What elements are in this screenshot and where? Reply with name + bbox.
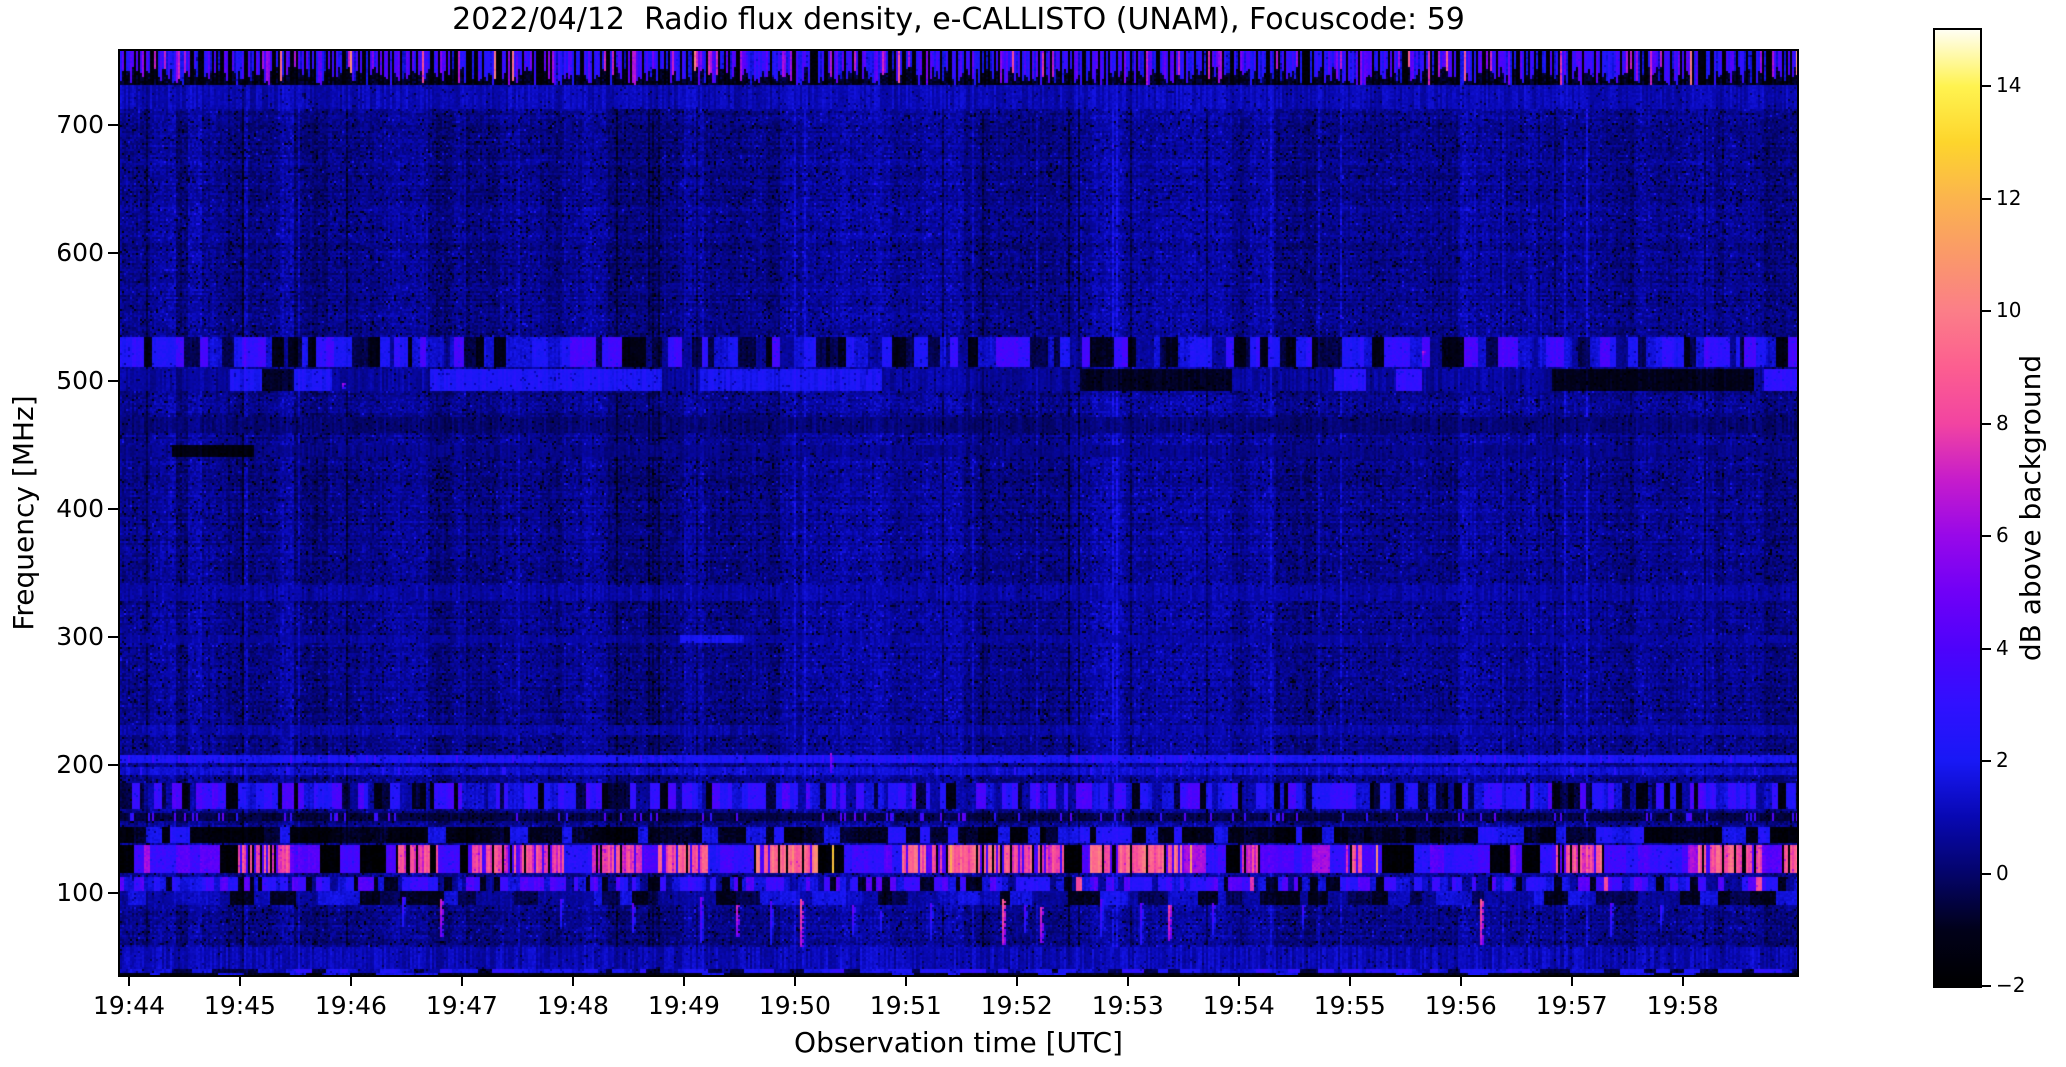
x-tick-mark bbox=[1126, 977, 1129, 986]
y-tick-label: 300 bbox=[56, 622, 104, 652]
x-tick-mark bbox=[1237, 977, 1240, 986]
y-tick-label: 700 bbox=[56, 110, 104, 140]
colorbar-tick-label: 2 bbox=[1996, 748, 2009, 773]
y-tick-label: 400 bbox=[56, 494, 104, 524]
x-tick-label: 19:50 bbox=[758, 991, 831, 1020]
y-tick-label: 600 bbox=[56, 238, 104, 268]
colorbar-tick-mark bbox=[1982, 760, 1991, 763]
colorbar-tick-label: 8 bbox=[1996, 410, 2009, 435]
x-axis-label: Observation time [UTC] bbox=[794, 1026, 1123, 1059]
x-tick-label: 19:54 bbox=[1202, 991, 1275, 1020]
colorbar-tick-mark bbox=[1982, 535, 1991, 538]
colorbar bbox=[1933, 28, 1982, 988]
x-tick-label: 19:57 bbox=[1535, 991, 1608, 1020]
spectrogram-plot-area bbox=[118, 49, 1799, 977]
x-tick-mark bbox=[238, 977, 241, 986]
colorbar-tick-mark bbox=[1982, 310, 1991, 313]
figure: 2022/04/12 Radio flux density, e-CALLIST… bbox=[0, 0, 2066, 1067]
x-tick-label: 19:56 bbox=[1424, 991, 1497, 1020]
colorbar-tick-mark bbox=[1982, 647, 1991, 650]
colorbar-tick-label: 14 bbox=[1996, 73, 2022, 98]
x-tick-label: 19:46 bbox=[314, 991, 387, 1020]
colorbar-tick-mark bbox=[1982, 85, 1991, 88]
colorbar-tick-mark bbox=[1982, 985, 1991, 987]
colorbar-tick-label: 6 bbox=[1996, 523, 2009, 548]
colorbar-label: dB above background bbox=[2014, 354, 2047, 662]
y-tick-mark bbox=[108, 508, 118, 511]
x-tick-label: 19:49 bbox=[647, 991, 720, 1020]
colorbar-tick-label: −2 bbox=[1996, 973, 2026, 997]
x-tick-mark bbox=[1348, 977, 1351, 986]
colorbar-tick-label: 10 bbox=[1996, 298, 2022, 323]
x-tick-label: 19:55 bbox=[1313, 991, 1386, 1020]
x-tick-label: 19:58 bbox=[1646, 991, 1719, 1020]
colorbar-tick-label: 12 bbox=[1996, 185, 2022, 210]
x-tick-label: 19:45 bbox=[203, 991, 276, 1020]
y-tick-mark bbox=[108, 380, 118, 383]
colorbar-tick-label: 4 bbox=[1996, 635, 2009, 660]
x-tick-mark bbox=[460, 977, 463, 986]
x-tick-label: 19:47 bbox=[425, 991, 498, 1020]
x-tick-label: 19:53 bbox=[1091, 991, 1164, 1020]
x-tick-label: 19:52 bbox=[980, 991, 1053, 1020]
y-tick-label: 500 bbox=[56, 366, 104, 396]
colorbar-tick-mark bbox=[1982, 197, 1991, 200]
spectrogram-canvas bbox=[120, 51, 1797, 975]
x-tick-mark bbox=[904, 977, 907, 986]
x-tick-mark bbox=[1570, 977, 1573, 986]
x-tick-mark bbox=[1015, 977, 1018, 986]
x-tick-mark bbox=[1459, 977, 1462, 986]
x-tick-label: 19:48 bbox=[536, 991, 609, 1020]
colorbar-tick-label: 0 bbox=[1996, 860, 2009, 885]
chart-title: 2022/04/12 Radio flux density, e-CALLIST… bbox=[452, 2, 1465, 37]
y-tick-mark bbox=[108, 124, 118, 127]
x-tick-mark bbox=[793, 977, 796, 986]
colorbar-tick-mark bbox=[1982, 872, 1991, 875]
y-tick-label: 100 bbox=[56, 878, 104, 908]
x-tick-label: 19:51 bbox=[869, 991, 942, 1020]
x-tick-mark bbox=[349, 977, 352, 986]
y-tick-mark bbox=[108, 892, 118, 895]
x-tick-mark bbox=[127, 977, 130, 986]
x-tick-mark bbox=[682, 977, 685, 986]
colorbar-tick-mark bbox=[1982, 422, 1991, 425]
x-tick-mark bbox=[571, 977, 574, 986]
y-tick-label: 200 bbox=[56, 750, 104, 780]
y-tick-mark bbox=[108, 252, 118, 255]
colorbar-gradient bbox=[1935, 30, 1980, 986]
y-tick-mark bbox=[108, 636, 118, 639]
x-tick-mark bbox=[1681, 977, 1684, 986]
x-tick-label: 19:44 bbox=[92, 991, 165, 1020]
y-tick-mark bbox=[108, 764, 118, 767]
